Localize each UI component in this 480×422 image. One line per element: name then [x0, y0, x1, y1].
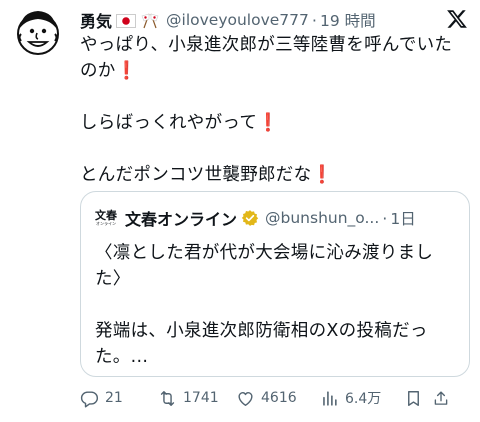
- share-button[interactable]: [432, 389, 456, 408]
- quoted-author-handle[interactable]: @bunshun_o...: [265, 209, 379, 227]
- reply-count: 21: [105, 390, 123, 406]
- japan-flag-icon: [116, 13, 137, 28]
- views-button[interactable]: 6.4万: [320, 388, 404, 408]
- quoted-line: 発端は、小泉進次郎防衛相のXの投稿だっ: [95, 321, 428, 341]
- quoted-line: た。...: [95, 347, 149, 367]
- repost-count: 1741: [183, 390, 219, 406]
- verified-badge-icon: [241, 210, 259, 226]
- post-text: やっぱり、小泉進次郎が三等陸曹を呼んでいた のか❗ しらばっくれやがって❗ とん…: [80, 32, 470, 188]
- cartoon-face-icon: [17, 11, 59, 55]
- bar-chart-icon: [323, 390, 337, 406]
- separator-dot: ·: [311, 10, 317, 30]
- quoted-author-name[interactable]: 文春オンライン: [125, 206, 237, 230]
- quoted-line: 〈凛とした君が代が大会場に沁み渡りまし: [95, 243, 434, 263]
- bookmark-icon: [408, 390, 419, 406]
- exclamation-icon: ❗: [311, 165, 334, 185]
- exclamation-icon: ❗: [257, 113, 280, 133]
- heart-icon: [238, 391, 253, 406]
- post-line: のか❗: [80, 61, 138, 81]
- author-name[interactable]: 勇気: [80, 8, 112, 32]
- avatar[interactable]: [10, 4, 66, 60]
- x-logo-icon[interactable]: [446, 8, 468, 30]
- share-icon: [434, 390, 448, 405]
- bookmark-button[interactable]: [404, 389, 432, 408]
- like-count: 4616: [261, 390, 297, 406]
- view-count: 6.4万: [345, 391, 382, 407]
- author-handle[interactable]: @iloveyoulove777: [166, 11, 309, 29]
- post-header: 勇気 @iloveyoulove777 · 19 時間: [80, 8, 470, 32]
- bunshun-logo[interactable]: 文春 オンライン: [95, 207, 117, 229]
- reply-button[interactable]: 21: [80, 389, 158, 408]
- exclamation-icon: ❗: [115, 61, 138, 81]
- quoted-line: た〉: [95, 269, 131, 289]
- quoted-post[interactable]: 文春 オンライン 文春オンライン @bunshun_o... · 1日 〈凛とし…: [80, 191, 470, 377]
- post-line: やっぱり、小泉進次郎が三等陸曹を呼んでいた: [80, 35, 453, 55]
- repost-icon: [160, 390, 175, 406]
- separator-dot: ·: [382, 208, 388, 228]
- reply-icon: [80, 390, 99, 407]
- post-time[interactable]: 19 時間: [320, 9, 376, 31]
- quoted-post-time[interactable]: 1日: [390, 207, 415, 229]
- repost-button[interactable]: 1741: [158, 389, 236, 408]
- post-line: しらばっくれやがって❗: [80, 113, 280, 133]
- crossed-flags-icon: [140, 13, 160, 29]
- quoted-post-header: 文春 オンライン 文春オンライン @bunshun_o... · 1日: [95, 206, 459, 230]
- post-line: とんだポンコツ世襲野郎だな❗: [80, 165, 334, 185]
- like-button[interactable]: 4616: [236, 389, 320, 408]
- action-bar: 21 1741 4616 6.4万: [80, 386, 470, 410]
- quoted-post-text: 〈凛とした君が代が大会場に沁み渡りまし た〉 発端は、小泉進次郎防衛相のXの投稿…: [95, 240, 457, 370]
